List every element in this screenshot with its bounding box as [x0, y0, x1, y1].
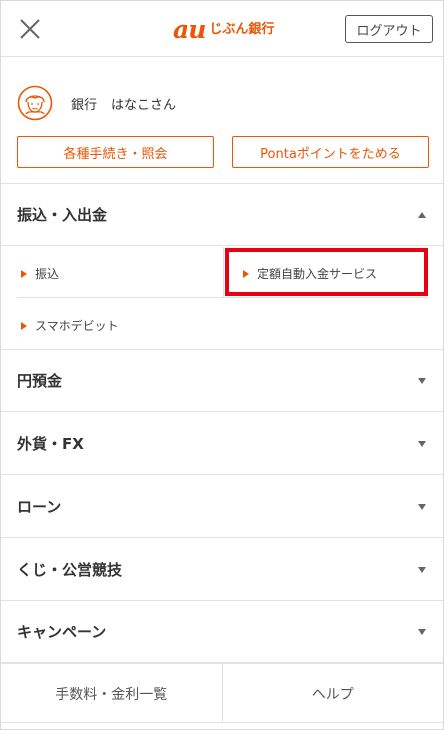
header: au じぶん銀行 ログアウト	[1, 1, 443, 57]
action-buttons: 各種手続き・照会 Pontaポイントをためる	[17, 136, 429, 168]
submenu-item-transfer[interactable]: 振込	[21, 265, 59, 282]
section-title: くじ・公営競技	[17, 561, 123, 579]
procedures-button[interactable]: 各種手続き・照会	[17, 136, 214, 168]
user-name: はなこさん	[111, 97, 177, 113]
section-lottery-racing[interactable]: くじ・公営競技	[1, 539, 443, 601]
logo-au: au	[173, 14, 206, 44]
logout-button[interactable]: ログアウト	[345, 15, 433, 43]
caret-right-icon	[21, 269, 27, 278]
submenu-item-label: スマホデビット	[35, 319, 119, 333]
section-title: 円預金	[17, 372, 63, 390]
section-campaign[interactable]: キャンペーン	[1, 601, 443, 663]
section-transfer[interactable]: 振込・入出金	[1, 184, 443, 246]
chevron-down-icon	[418, 566, 426, 573]
section-loan[interactable]: ローン	[1, 476, 443, 538]
logo-text: じぶん銀行	[209, 21, 275, 37]
chevron-down-icon	[418, 503, 426, 510]
divider	[1, 722, 443, 723]
divider	[17, 297, 427, 298]
menu-screen: au じぶん銀行 ログアウト 銀行 はなこさん 各種手続き・照会 Pontaポイ…	[0, 0, 444, 730]
divider	[223, 247, 224, 297]
highlight-box	[225, 248, 428, 296]
section-foreign-fx[interactable]: 外貨・FX	[1, 413, 443, 475]
help-button[interactable]: ヘルプ	[221, 664, 444, 723]
submenu-item-label: 振込	[35, 267, 60, 281]
chevron-up-icon	[418, 211, 426, 218]
user-bank-label: 銀行	[71, 97, 98, 113]
caret-right-icon	[21, 321, 27, 330]
brand-logo: au じぶん銀行	[173, 14, 275, 44]
submenu-item-smartphone-debit[interactable]: スマホデビット	[21, 317, 119, 334]
chevron-down-icon	[418, 628, 426, 635]
user-info: 銀行 はなこさん	[17, 85, 176, 121]
avatar-icon	[17, 85, 53, 121]
footer: 手数料・金利一覧 ヘルプ	[1, 663, 443, 723]
section-title: 振込・入出金	[17, 206, 108, 224]
chevron-down-icon	[418, 440, 426, 447]
fees-rates-button[interactable]: 手数料・金利一覧	[1, 664, 222, 723]
close-icon[interactable]	[17, 16, 43, 42]
section-title: キャンペーン	[17, 623, 107, 641]
chevron-down-icon	[418, 377, 426, 384]
section-title: ローン	[17, 498, 62, 516]
section-title: 外貨・FX	[17, 435, 84, 453]
ponta-points-button[interactable]: Pontaポイントをためる	[232, 136, 429, 168]
section-yen-deposit[interactable]: 円預金	[1, 350, 443, 412]
